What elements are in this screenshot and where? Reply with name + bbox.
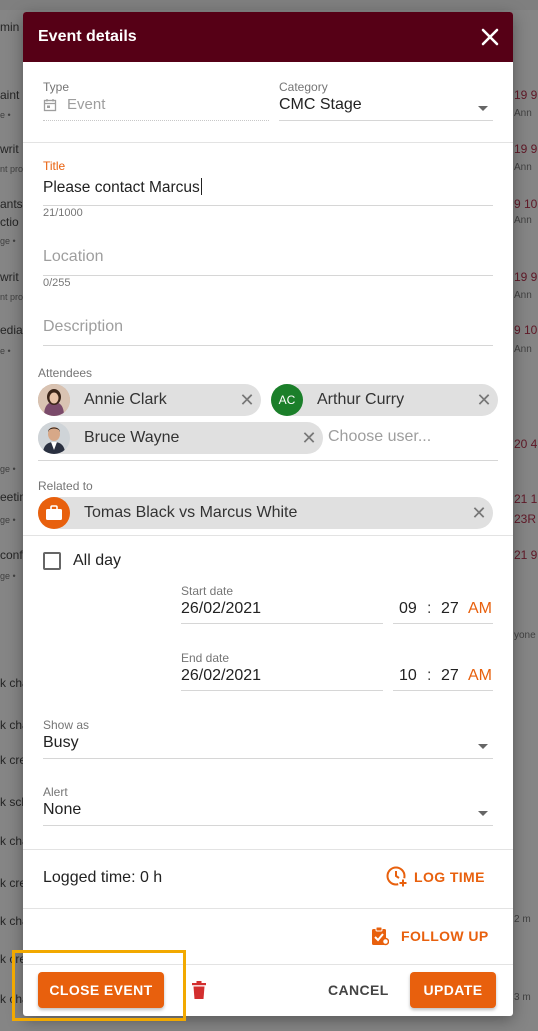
log-time-button[interactable]: LOG TIME [385,865,485,889]
remove-chip-icon[interactable]: ✕ [465,503,493,524]
type-value[interactable]: Event [67,96,105,113]
divider [23,908,513,909]
category-underline [279,120,493,121]
category-select[interactable]: CMC Stage [279,96,362,114]
follow-up-button[interactable]: FOLLOW UP [371,926,489,946]
show-as-select[interactable]: Busy [43,734,79,752]
chevron-down-icon[interactable] [478,106,488,111]
attendees-underline [38,460,498,461]
follow-up-label: FOLLOW UP [401,928,489,944]
start-minute-input[interactable]: 27 [441,600,459,618]
divider [23,849,513,850]
title-label: Title [43,159,66,173]
alert-select[interactable]: None [43,801,81,819]
calendar-icon [43,98,57,117]
cancel-button[interactable]: CANCEL [328,982,389,998]
show-as-underline [43,758,493,759]
title-input[interactable]: Please contact Marcus [43,178,202,197]
update-button[interactable]: UPDATE [410,972,496,1008]
dialog-footer: CLOSE EVENT CANCEL UPDATE [23,964,513,1016]
end-minute-input[interactable]: 27 [441,667,459,685]
end-hour-input[interactable]: 10 [399,667,417,685]
choose-user-input[interactable]: Choose user... [328,428,431,446]
title-underline [43,205,493,206]
title-counter: 21/1000 [43,207,83,219]
show-as-label: Show as [43,718,90,732]
end-date-label: End date [181,651,230,665]
chevron-down-icon[interactable] [478,744,488,749]
end-ampm-toggle[interactable]: AM [468,667,492,685]
description-underline [43,345,493,346]
remove-chip-icon[interactable]: ✕ [295,428,323,449]
start-hour-input[interactable]: 09 [399,600,417,618]
related-to-chip[interactable]: Tomas Black vs Marcus White ✕ [38,497,493,529]
start-ampm-toggle[interactable]: AM [468,600,492,618]
attendee-name: Bruce Wayne [84,429,180,446]
related-to-label: Related to [38,479,93,493]
remove-chip-icon[interactable]: ✕ [470,390,498,411]
attendee-chip-arthur-curry[interactable]: AC Arthur Curry ✕ [271,384,498,416]
description-input[interactable]: Description [43,318,123,336]
avatar [38,422,70,454]
location-underline [43,275,493,276]
start-date-input[interactable]: 26/02/2021 [181,600,261,618]
avatar-initials: AC [271,384,303,416]
dialog-header: Event details [23,12,513,62]
close-event-button[interactable]: CLOSE EVENT [38,972,164,1008]
attendee-chip-bruce-wayne[interactable]: Bruce Wayne ✕ [38,422,323,454]
end-time-underline [393,690,493,691]
close-icon[interactable] [481,24,499,50]
start-date-underline [181,623,383,624]
all-day-checkbox[interactable] [43,552,61,570]
category-label: Category [279,80,328,94]
briefcase-icon [38,497,70,529]
remove-chip-icon[interactable]: ✕ [233,390,261,411]
attendees-label: Attendees [38,366,93,380]
title-input-value: Please contact Marcus [43,179,200,196]
chevron-down-icon[interactable] [478,811,488,816]
attendee-name: Annie Clark [84,391,167,408]
attendee-name: Arthur Curry [317,391,405,408]
time-separator: : [427,667,432,684]
clipboard-check-icon [371,926,389,946]
type-underline [43,120,269,121]
attendee-chip-annie-clark[interactable]: Annie Clark ✕ [38,384,261,416]
divider [23,142,513,143]
related-to-value: Tomas Black vs Marcus White [84,504,298,521]
text-cursor [200,178,202,195]
time-separator: : [427,600,432,617]
start-date-label: Start date [181,584,234,598]
location-input[interactable]: Location [43,248,104,266]
start-time-underline [393,623,493,624]
end-date-input[interactable]: 26/02/2021 [181,667,261,685]
type-label: Type [43,80,70,94]
clock-plus-icon [385,865,409,889]
location-counter: 0/255 [43,277,71,289]
alert-underline [43,825,493,826]
log-time-label: LOG TIME [414,869,485,885]
avatar [38,384,70,416]
end-date-underline [181,690,383,691]
dialog-title: Event details [38,28,137,45]
event-details-dialog: Event details Type Event Category CMC St… [23,12,513,1016]
logged-time-text: Logged time: 0 h [43,869,163,886]
divider [23,535,513,536]
dialog-body: Type Event Category CMC Stage Title Plea… [23,62,513,1016]
alert-label: Alert [43,785,68,799]
trash-icon[interactable] [192,981,206,1004]
all-day-label: All day [73,552,122,569]
